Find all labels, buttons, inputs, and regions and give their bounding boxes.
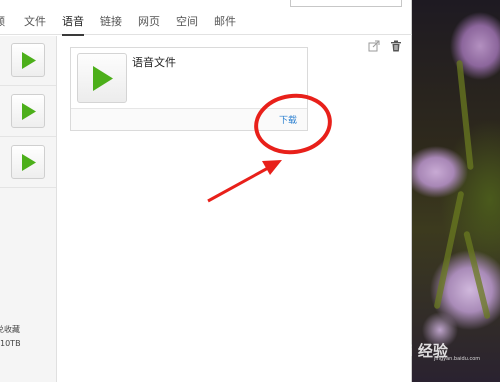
- voice-file-title: 语音文件: [132, 56, 176, 69]
- tab-voice[interactable]: 语音: [54, 8, 92, 36]
- app-window: 频 文件 语音 链接 网页 空间 邮件: [0, 0, 412, 382]
- voice-file-card[interactable]: 语音文件 下载: [70, 47, 308, 131]
- trash-icon[interactable]: [390, 40, 402, 52]
- sidebar-item-voice-2[interactable]: [0, 87, 56, 137]
- storage-size: 10TB: [0, 339, 21, 348]
- search-input[interactable]: [290, 0, 402, 7]
- share-icon[interactable]: [368, 40, 380, 52]
- favorites-label[interactable]: 兑收藏: [0, 324, 20, 335]
- desktop-wallpaper: [410, 0, 500, 382]
- play-icon: [22, 103, 36, 120]
- sidebar-item-voice-3[interactable]: [0, 138, 56, 188]
- tab-webpages[interactable]: 网页: [130, 8, 168, 35]
- download-link[interactable]: 下载: [279, 113, 297, 126]
- tab-bar: 频 文件 语音 链接 网页 空间 邮件: [0, 8, 412, 36]
- play-button[interactable]: [11, 43, 45, 77]
- play-icon: [22, 52, 36, 69]
- voice-play-button[interactable]: [77, 53, 127, 103]
- sidebar: 兑收藏 10TB: [0, 36, 57, 382]
- play-button[interactable]: [11, 94, 45, 128]
- play-icon: [22, 154, 36, 171]
- play-icon: [93, 66, 113, 91]
- content-actions: [368, 40, 402, 52]
- tab-links[interactable]: 链接: [92, 8, 130, 35]
- sidebar-item-voice-1[interactable]: [0, 36, 56, 86]
- play-button[interactable]: [11, 145, 45, 179]
- tab-video[interactable]: 频: [0, 8, 16, 35]
- tab-files[interactable]: 文件: [16, 8, 54, 35]
- watermark-url: jingyan.baidu.com: [434, 356, 481, 362]
- tab-space[interactable]: 空间: [168, 8, 206, 35]
- card-footer: 下载: [71, 108, 307, 130]
- tab-mail[interactable]: 邮件: [206, 8, 244, 35]
- watermark: Bai 经验 jingyan.baidu.com: [386, 338, 498, 364]
